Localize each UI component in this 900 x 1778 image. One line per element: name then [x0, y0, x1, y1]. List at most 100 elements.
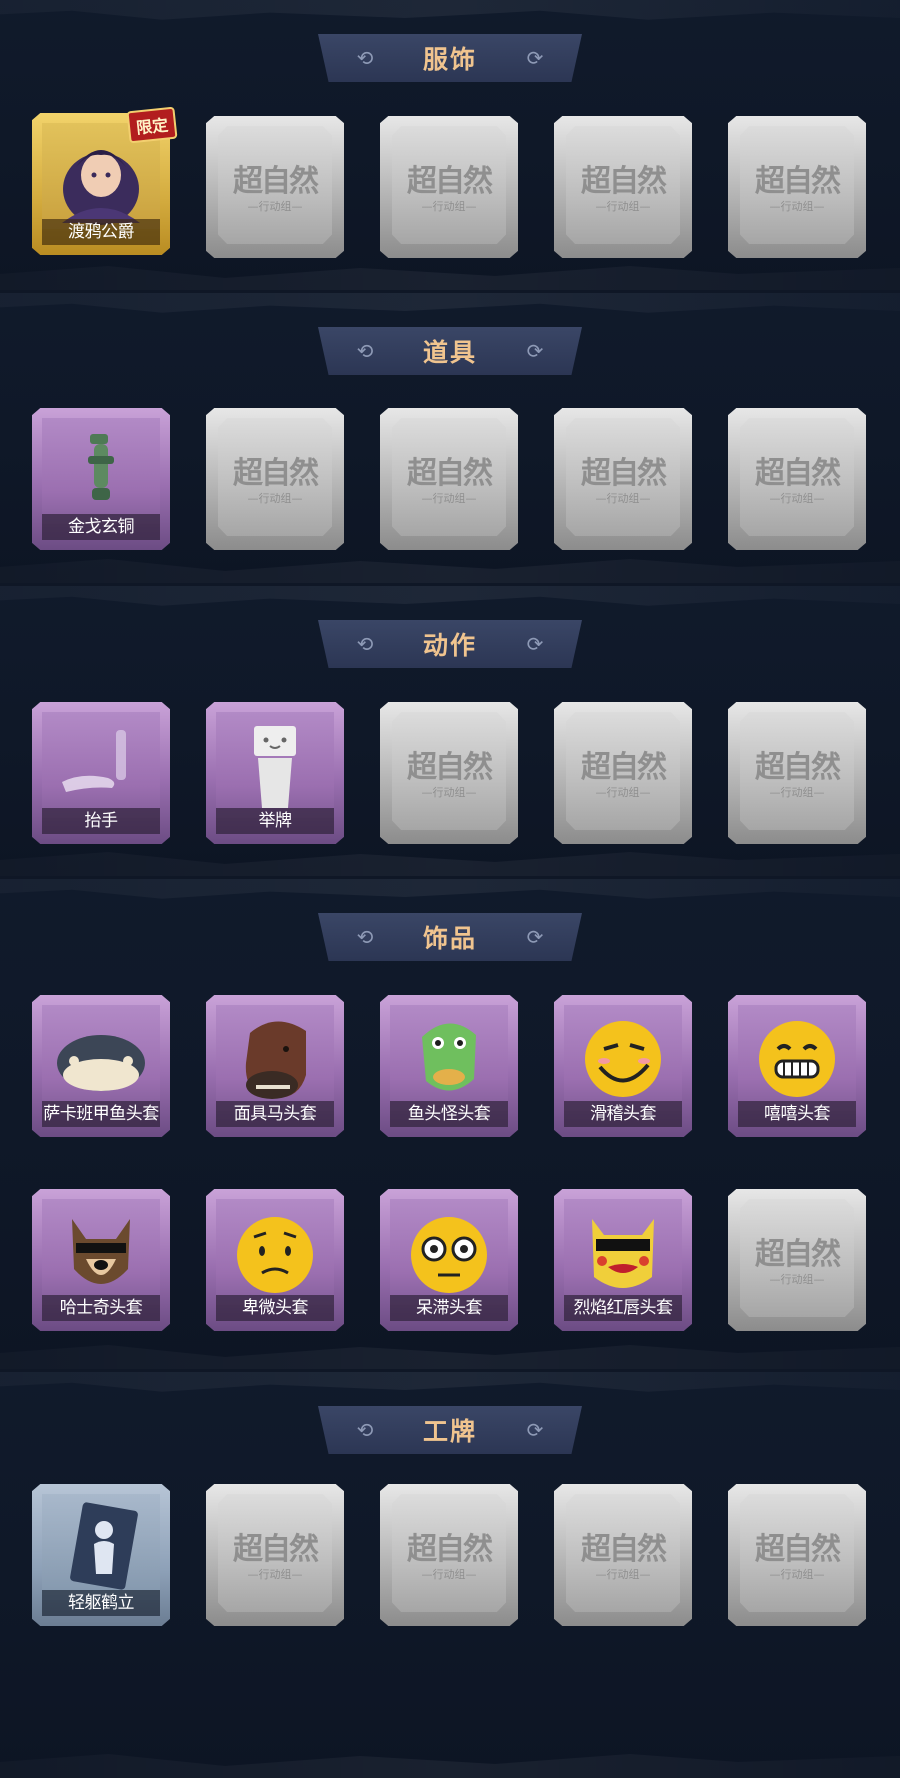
watermark-text: 超自然: [407, 750, 493, 785]
item-label: 嘻嘻头套: [764, 1104, 831, 1124]
watermark-text: 超自然: [581, 164, 667, 199]
watermark-text: 超自然: [233, 164, 319, 199]
watermark-text: 超自然: [755, 1532, 841, 1567]
section-title-banner: ⟲ 道具 ⟳: [318, 327, 582, 375]
bronze-artifact-icon: [88, 434, 114, 500]
item-card-daizhi[interactable]: 呆滞头套: [380, 1189, 518, 1331]
watermark-text: 超自然: [233, 1532, 319, 1567]
grin-face-icon: [759, 1021, 835, 1097]
item-card-lieyan[interactable]: 烈焰红唇头套: [554, 1189, 692, 1331]
card-art: [564, 1199, 682, 1305]
item-label: 面具马头套: [233, 1104, 317, 1124]
section-costume: ⟲ 服饰 ⟳ 渡鸦公爵 限定 超自然 —行动组— 超自然 —行动组— 超自然 —…: [0, 0, 900, 290]
item-label: 举牌: [258, 811, 293, 831]
locked-slot[interactable]: 超自然 —行动组—: [554, 1484, 692, 1626]
item-card-jupai[interactable]: 举牌: [206, 702, 344, 844]
watermark-text: 超自然: [407, 456, 493, 491]
locked-slot[interactable]: 超自然 —行动组—: [728, 702, 866, 844]
watermark-subtext: —行动组—: [769, 492, 825, 505]
item-card-taishou[interactable]: 抬手: [32, 702, 170, 844]
item-label: 渡鸦公爵: [68, 222, 135, 242]
locked-slot[interactable]: 超自然 —行动组—: [380, 408, 518, 550]
locked-slot[interactable]: 超自然 —行动组—: [206, 116, 344, 258]
watermark-subtext: —行动组—: [247, 200, 303, 213]
watermark-subtext: —行动组—: [595, 200, 651, 213]
card-art: [564, 1005, 682, 1111]
item-card-xixi[interactable]: 嘻嘻头套: [728, 995, 866, 1137]
watermark-subtext: —行动组—: [247, 1568, 303, 1581]
raise-hand-icon: [62, 730, 126, 792]
item-label: 卑微头套: [242, 1298, 309, 1318]
section-title: 工牌: [422, 1417, 477, 1446]
card-art: [390, 1005, 508, 1111]
item-card-sakabanjia[interactable]: 萨卡班甲鱼头套: [32, 995, 170, 1137]
section-title: 道具: [422, 338, 477, 367]
locked-slot[interactable]: 超自然 —行动组—: [728, 116, 866, 258]
watermark-subtext: —行动组—: [595, 786, 651, 799]
watermark-subtext: —行动组—: [595, 1568, 651, 1581]
item-card-jinge[interactable]: 金戈玄铜: [32, 408, 170, 550]
watermark-subtext: —行动组—: [421, 786, 477, 799]
swirl-icon: ⟳: [526, 339, 544, 363]
section-title: 服饰: [422, 45, 477, 74]
locked-slot[interactable]: 超自然 —行动组—: [728, 1189, 866, 1331]
watermark-text: 超自然: [581, 750, 667, 785]
smirk-face-icon: [585, 1021, 661, 1097]
locked-slot[interactable]: 超自然 —行动组—: [380, 1484, 518, 1626]
swirl-icon: ⟳: [526, 925, 544, 949]
locked-slot[interactable]: 超自然 —行动组—: [554, 408, 692, 550]
item-label: 轻躯鹤立: [68, 1593, 135, 1613]
item-label: 鱼头怪头套: [407, 1104, 491, 1124]
watermark-text: 超自然: [581, 456, 667, 491]
item-card-hashiqi[interactable]: 哈士奇头套: [32, 1189, 170, 1331]
section-title: 饰品: [422, 924, 477, 953]
item-label: 金戈玄铜: [68, 517, 135, 537]
section-title-banner: ⟲ 动作 ⟳: [318, 620, 582, 668]
item-card-yutouguai[interactable]: 鱼头怪头套: [380, 995, 518, 1137]
locked-slot[interactable]: 超自然 —行动组—: [554, 702, 692, 844]
watermark-subtext: —行动组—: [595, 492, 651, 505]
locked-slot[interactable]: 超自然 —行动组—: [380, 702, 518, 844]
card-art: [390, 1199, 508, 1305]
locked-slot[interactable]: 超自然 —行动组—: [554, 116, 692, 258]
section-badge: ⟲ 工牌 ⟳ 轻躯鹤立 超自然 —行动组— 超自然 —行动组— 超自然 —行动组…: [0, 1372, 900, 1778]
item-label: 呆滞头套: [416, 1298, 483, 1318]
section-title-banner: ⟲ 工牌 ⟳: [318, 1406, 582, 1454]
item-card-duya[interactable]: 渡鸦公爵 限定: [32, 106, 178, 255]
fish-mask-icon: [57, 1035, 145, 1091]
horse-mask-icon: [245, 1021, 306, 1099]
item-label: 烈焰红唇头套: [573, 1298, 674, 1318]
watermark-text: 超自然: [233, 456, 319, 491]
watermark-text: 超自然: [755, 456, 841, 491]
locked-slot[interactable]: 超自然 —行动组—: [728, 1484, 866, 1626]
item-card-huaji[interactable]: 滑稽头套: [554, 995, 692, 1137]
watermark-text: 超自然: [407, 1532, 493, 1567]
watermark-subtext: —行动组—: [421, 1568, 477, 1581]
item-card-qingqu[interactable]: 轻躯鹤立: [32, 1484, 170, 1626]
swirl-icon: ⟳: [526, 1418, 544, 1442]
watermark-subtext: —行动组—: [421, 200, 477, 213]
locked-slot[interactable]: 超自然 —行动组—: [206, 1484, 344, 1626]
watermark-text: 超自然: [755, 1237, 841, 1272]
watermark-subtext: —行动组—: [769, 786, 825, 799]
red-lips-mask-icon: [592, 1219, 654, 1288]
swirl-icon: ⟲: [356, 339, 374, 363]
card-art: [42, 1199, 160, 1305]
badge-card-icon: [70, 1502, 138, 1590]
card-art: [216, 1199, 334, 1305]
locked-slot[interactable]: 超自然 —行动组—: [728, 408, 866, 550]
locked-slot[interactable]: 超自然 —行动组—: [206, 408, 344, 550]
item-card-beiwei[interactable]: 卑微头套: [206, 1189, 344, 1331]
watermark-subtext: —行动组—: [247, 492, 303, 505]
watermark-text: 超自然: [755, 164, 841, 199]
hold-sign-icon: [254, 726, 296, 808]
swirl-icon: ⟲: [356, 925, 374, 949]
item-label: 哈士奇头套: [59, 1298, 143, 1318]
swirl-icon: ⟳: [526, 46, 544, 70]
swirl-icon: ⟳: [526, 632, 544, 656]
item-label: 抬手: [84, 811, 119, 831]
watermark-text: 超自然: [407, 164, 493, 199]
swirl-icon: ⟲: [356, 1418, 374, 1442]
locked-slot[interactable]: 超自然 —行动组—: [380, 116, 518, 258]
item-card-mianjuma[interactable]: 面具马头套: [206, 995, 344, 1137]
